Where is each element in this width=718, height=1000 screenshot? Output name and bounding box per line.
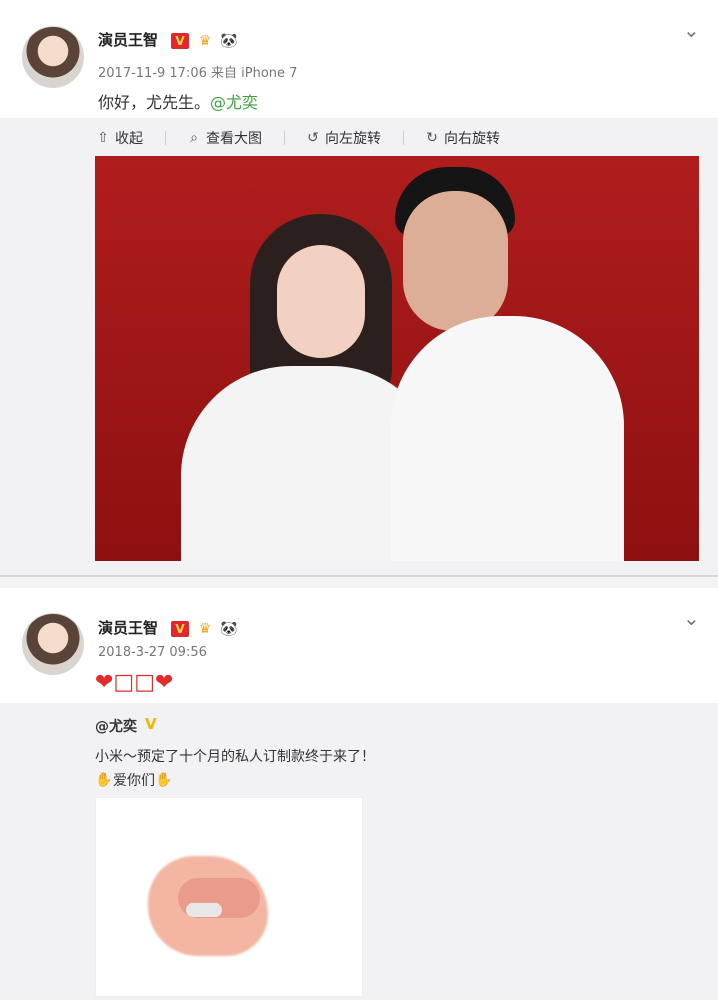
verified-badge: V	[145, 715, 157, 733]
hand-icon: ✋	[155, 772, 173, 788]
search-icon: ⌕	[190, 130, 198, 146]
media-section: ⇧ 收起 ⌕ 查看大图 ↺ 向左旋转 ↻ 向右旋转	[0, 118, 718, 575]
verified-badge: V	[171, 33, 189, 49]
post-meta: 2017-11-9 17:06 来自 iPhone 7	[98, 66, 298, 81]
chevron-down-icon[interactable]: ⌄	[683, 608, 700, 628]
crown-icon: ♛	[198, 33, 212, 49]
panda-icon: 🐼	[220, 33, 238, 49]
view-large-label: 查看大图	[206, 131, 262, 147]
collapse-label: 收起	[115, 131, 143, 147]
post-text: ❤□□❤	[95, 670, 174, 695]
post-text: 你好，尤先生。@尤奕	[98, 89, 258, 113]
man-face	[403, 191, 508, 331]
chevron-down-icon[interactable]: ⌄	[683, 20, 700, 40]
repost-author[interactable]: @尤奕	[95, 716, 137, 736]
avatar[interactable]	[22, 26, 84, 88]
baby-tag	[186, 903, 222, 917]
post-text-content: 你好，尤先生。	[98, 93, 211, 112]
collapse-icon: ⇧	[97, 130, 109, 146]
rotate-left-button[interactable]: ↺ 向左旋转	[305, 128, 381, 148]
toolbar-divider	[165, 131, 166, 145]
post-2: 演员王智 V ♛ 🐼 ⌄ 2018-3-27 09:56 ❤□□❤ @尤奕 V …	[0, 588, 718, 1000]
view-large-button[interactable]: ⌕ 查看大图	[186, 128, 262, 148]
avatar[interactable]	[22, 613, 84, 675]
verified-badge: V	[171, 621, 189, 637]
toolbar-divider	[284, 131, 285, 145]
rotate-right-icon: ↻	[426, 130, 438, 146]
post-1: 演员王智 V ♛ 🐼 ⌄ 2017-11-9 17:06 来自 iPhone 7…	[0, 0, 718, 575]
toolbar-divider	[403, 131, 404, 145]
mention-link[interactable]: @尤奕	[210, 93, 258, 112]
man-shirt	[391, 316, 624, 561]
post-meta: 2018-3-27 09:56	[98, 645, 207, 660]
rotate-left-label: 向左旋转	[325, 131, 381, 147]
woman-face	[277, 245, 365, 358]
rotate-right-button[interactable]: ↻ 向右旋转	[424, 128, 500, 148]
collapse-button[interactable]: ⇧ 收起	[95, 128, 143, 148]
repost-line-2-text: 爱你们	[113, 773, 155, 789]
author-name[interactable]: 演员王智	[98, 617, 158, 638]
panda-icon: 🐼	[220, 621, 238, 637]
image-toolbar: ⇧ 收起 ⌕ 查看大图 ↺ 向左旋转 ↻ 向右旋转	[95, 128, 522, 148]
baby-photo[interactable]	[95, 797, 363, 997]
repost-line-2: ✋ 爱你们 ✋	[95, 770, 173, 790]
couple-photo[interactable]	[95, 156, 699, 561]
rotate-left-icon: ↺	[307, 130, 319, 146]
repost-section: @尤奕 V 小米～预定了十个月的私人订制款终于来了！ ✋ 爱你们 ✋	[0, 703, 718, 1000]
rotate-right-label: 向右旋转	[444, 131, 500, 147]
crown-icon: ♛	[198, 621, 212, 637]
hand-icon: ✋	[95, 772, 113, 788]
repost-line-1: 小米～预定了十个月的私人订制款终于来了！	[95, 749, 375, 765]
author-name[interactable]: 演员王智	[98, 29, 158, 50]
